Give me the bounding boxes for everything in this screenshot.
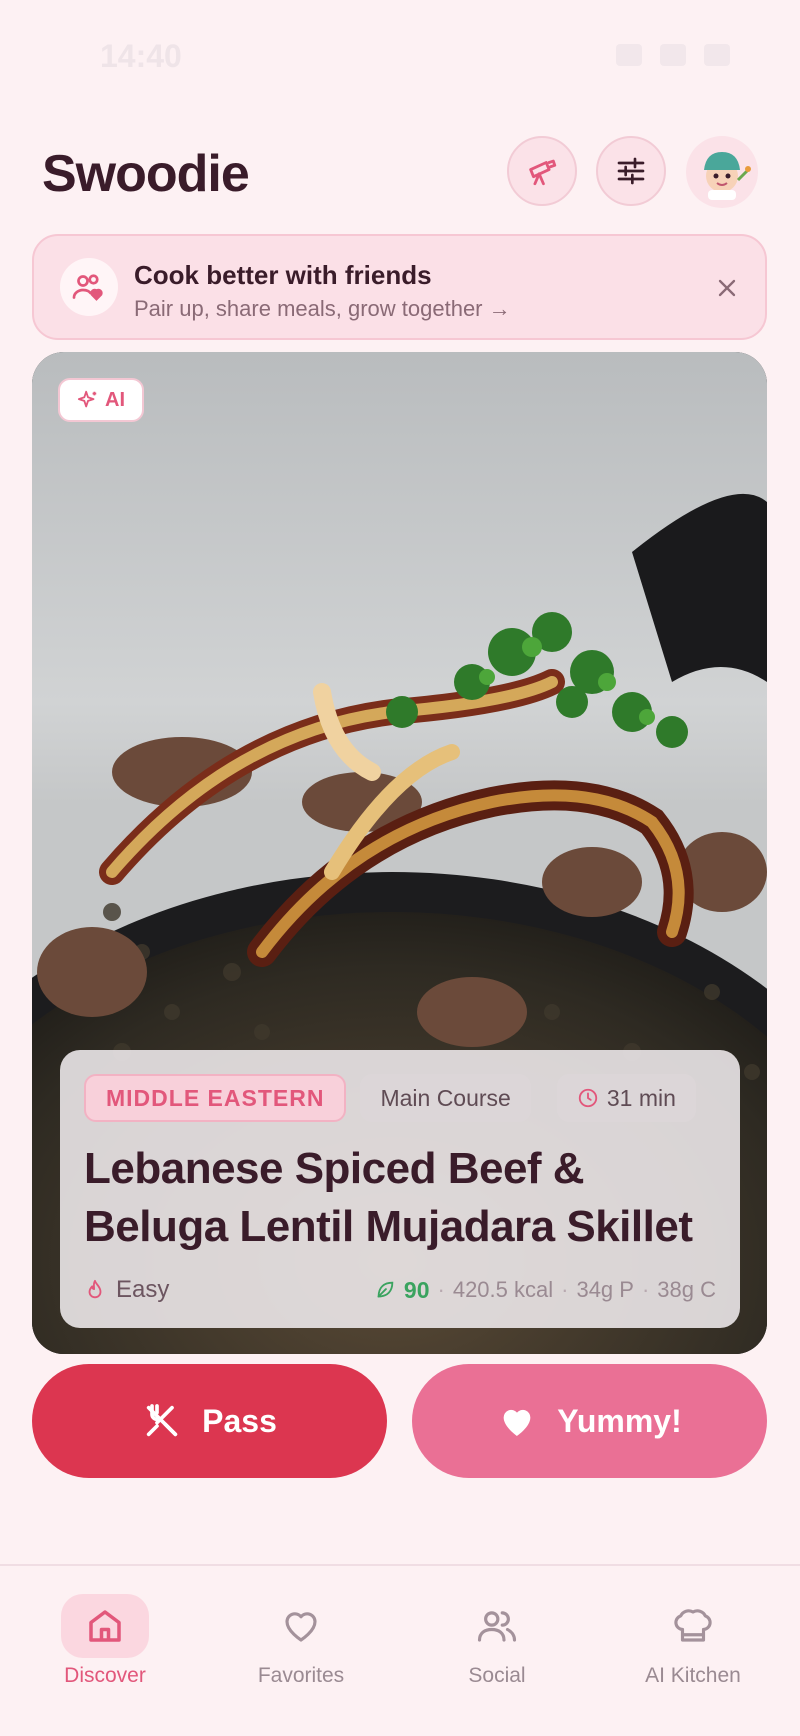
recipe-tags: MIDDLE EASTERN Main Course 31 min [84,1074,716,1122]
course-tag: Main Course [360,1074,531,1122]
utensils-crossed-icon [146,1404,178,1437]
friends-banner[interactable]: Cook better with friends Pair up, share … [32,234,767,340]
nav-favorites[interactable]: Favorites [216,1594,386,1704]
nav-social-label: Social [468,1664,526,1687]
nav-ai-kitchen-label: AI Kitchen [645,1664,741,1687]
recipe-info-panel: MIDDLE EASTERN Main Course 31 min Lebane… [60,1050,740,1328]
health-score: 90 [403,1276,430,1303]
bottom-nav: Discover Favorites Social AI Kitchen [0,1564,800,1736]
difficulty-label: Easy [116,1276,170,1303]
status-time: 14:40 [100,38,182,74]
yummy-button[interactable]: Yummy! [412,1364,767,1478]
swipe-actions: Pass Yummy! [32,1364,767,1478]
banner-subtitle[interactable]: Pair up, share meals, grow together → [134,296,511,322]
recipe-meta-row: Easy 90 · 420.5 kcal · 34g P · 38g C [84,1274,716,1306]
nav-ai-kitchen[interactable]: AI Kitchen [608,1594,778,1704]
filter-button[interactable] [596,136,666,206]
pass-button[interactable]: Pass [32,1364,387,1478]
status-bar: 14:40 [0,0,800,110]
home-icon [89,1610,121,1642]
users-icon [477,1611,517,1642]
calories: 420.5 kcal [452,1277,554,1302]
app-title: Swoodie [42,145,250,203]
chef-hat-icon [674,1609,712,1642]
pass-label: Pass [202,1402,277,1439]
sparkles-icon [77,390,97,408]
protein: 34g P [576,1277,634,1302]
app-header: Swoodie [0,130,800,230]
yummy-label: Yummy! [557,1402,682,1439]
banner-icon-wrap [60,258,118,316]
profile-avatar[interactable] [686,136,758,208]
ai-badge-label: AI [105,388,125,411]
difficulty: Easy [84,1276,169,1304]
users-heart-icon [72,274,103,301]
sliders-icon [617,157,645,185]
chef-avatar-icon [704,152,751,200]
signal-icon [616,44,642,66]
heart-filled-icon [503,1409,531,1436]
recipe-card[interactable]: AI MIDDLE EASTERN Main Course 31 min Leb… [32,352,767,1354]
separator: · [437,1277,445,1302]
nav-discover-label: Discover [64,1664,146,1687]
nav-discover-icon-wrap [61,1594,149,1658]
leaf-icon [377,1281,394,1298]
status-icons [616,44,730,66]
time-tag-label: 31 min [606,1084,676,1111]
nav-favorites-icon-wrap [257,1594,345,1658]
heart-icon [285,1612,317,1642]
clock-icon [578,1088,598,1108]
ai-badge: AI [58,378,144,422]
nav-discover[interactable]: Discover [20,1594,190,1704]
telescope-icon [529,159,557,186]
separator: · [641,1277,650,1302]
wifi-icon [660,44,686,66]
nav-social[interactable]: Social [412,1594,582,1704]
nav-social-icon-wrap [453,1594,541,1658]
recipe-title: Lebanese Spiced Beef & Beluga Lentil Muj… [84,1144,693,1251]
separator: · [561,1277,569,1302]
nav-favorites-label: Favorites [257,1664,345,1687]
battery-icon [704,44,730,66]
cuisine-tag: MIDDLE EASTERN [84,1074,347,1122]
nutrition-summary: 90 · 420.5 kcal · 34g P · 38g C [374,1277,716,1304]
flame-icon [88,1279,102,1299]
nav-ai-kitchen-icon-wrap [649,1594,737,1658]
banner-title: Cook better with friends [134,260,432,290]
time-tag: 31 min [556,1074,696,1122]
explore-button[interactable] [507,136,577,206]
close-icon[interactable] [713,274,741,302]
carbs: 38g C [657,1277,716,1302]
